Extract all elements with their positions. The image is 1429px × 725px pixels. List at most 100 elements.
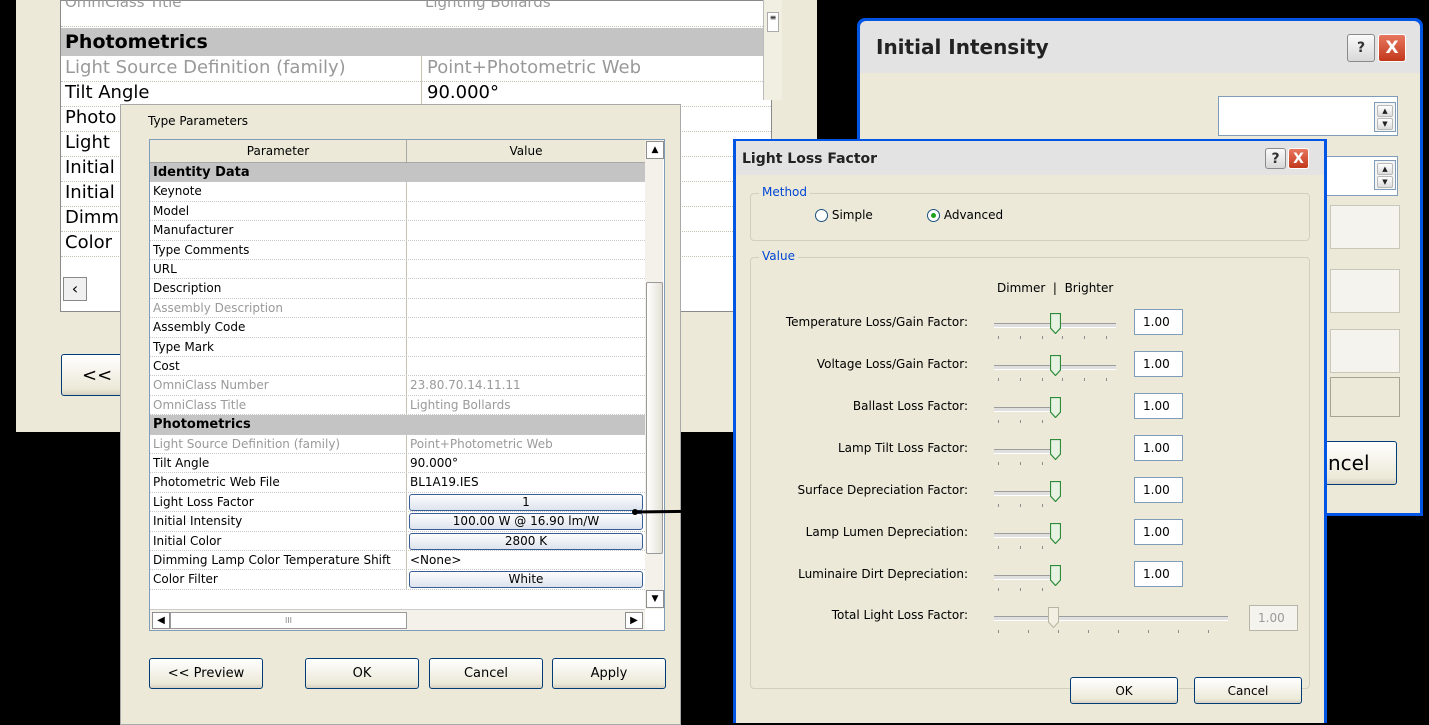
method-groupbox: Method Simple Advanced xyxy=(750,185,1310,241)
ok-button[interactable]: OK xyxy=(305,658,419,689)
intensity-spinner[interactable]: ▲ ▼ xyxy=(1374,102,1396,132)
radio-off-icon[interactable] xyxy=(815,209,828,222)
parameter-row[interactable]: Model xyxy=(150,201,645,222)
parameter-row[interactable]: Color Filter White xyxy=(150,570,645,590)
factor-value-field[interactable]: 1.00 xyxy=(1134,477,1183,503)
help-button[interactable]: ? xyxy=(1347,34,1375,62)
factor-slider-track[interactable] xyxy=(994,407,1058,412)
factor-value-field[interactable]: 1.00 xyxy=(1134,519,1183,545)
spin-down-icon[interactable]: ▼ xyxy=(1377,118,1393,130)
intensity-cancel-button[interactable]: ncel xyxy=(1325,441,1397,485)
scroll-down-icon[interactable]: ▼ xyxy=(646,590,664,608)
factor-slider-track[interactable] xyxy=(994,575,1058,580)
grid-horizontal-scrollbar[interactable]: ◀ III ▶ xyxy=(150,609,645,630)
readonly-field xyxy=(1330,377,1400,417)
parameter-row[interactable]: Assembly Description xyxy=(150,298,645,319)
parameter-name: Initial Intensity xyxy=(153,514,243,529)
parameter-row[interactable]: Light Loss Factor 1 xyxy=(150,492,645,513)
llf-help-button[interactable]: ? xyxy=(1265,148,1286,169)
parameter-row[interactable]: Photometric Web File BL1A19.IES xyxy=(150,473,645,493)
parameter-row[interactable]: Light Source Definition (family) Point+Ph… xyxy=(150,434,645,454)
close-button[interactable]: X xyxy=(1378,34,1406,62)
parameter-value-button[interactable]: 100.00 W @ 16.90 lm/W xyxy=(409,513,643,531)
advanced-radio[interactable]: Advanced xyxy=(927,208,1003,222)
parameter-name: Assembly Code xyxy=(153,320,246,335)
slider-tick xyxy=(1020,462,1021,465)
factor-slider-track[interactable] xyxy=(994,533,1058,538)
efficacy-spinner[interactable]: ▲ ▼ xyxy=(1374,160,1396,190)
value-column-header[interactable]: Value xyxy=(407,144,645,158)
factor-slider-thumb-icon[interactable] xyxy=(1050,565,1061,586)
parameter-name: Dimming Lamp Color Temperature Shift xyxy=(153,553,391,567)
parameter-row[interactable]: Manufacturer xyxy=(150,221,645,241)
parameter-value[interactable]: <None> xyxy=(410,553,461,567)
factor-slider-thumb-icon[interactable] xyxy=(1050,355,1061,376)
parameter-row[interactable]: Cost xyxy=(150,357,645,377)
parameter-name: OmniClass Number xyxy=(153,378,269,393)
preview-button[interactable]: << Preview xyxy=(149,658,263,689)
parameter-value[interactable]: 90.000° xyxy=(410,456,458,470)
parameter-value-button[interactable]: White xyxy=(409,571,643,589)
llf-close-button[interactable]: X xyxy=(1288,148,1309,169)
parameter-value-button[interactable]: 2800 K xyxy=(409,532,643,550)
parameter-value[interactable]: Point+Photometric Web xyxy=(410,437,553,451)
radio-on-icon[interactable] xyxy=(927,209,940,222)
parameter-row[interactable]: OmniClass Title Lighting Bollards xyxy=(150,395,645,416)
factor-slider-thumb-icon[interactable] xyxy=(1050,481,1061,502)
slider-tick xyxy=(998,630,999,633)
cancel-button[interactable]: Cancel xyxy=(429,658,543,689)
slider-tick xyxy=(1042,504,1043,507)
scroll-right-icon[interactable]: ▶ xyxy=(625,612,643,629)
parameter-value-button[interactable]: 1 xyxy=(409,493,643,511)
parameter-row[interactable]: Keynote xyxy=(150,182,645,202)
parameter-row[interactable]: Type Mark xyxy=(150,337,645,357)
scroll-up-icon[interactable]: ▲ xyxy=(646,141,664,159)
back-vertical-scrollbar[interactable]: ≡ xyxy=(763,0,782,100)
llf-ok-button[interactable]: OK xyxy=(1070,677,1178,704)
spin-down-icon[interactable]: ▼ xyxy=(1377,176,1393,188)
parameter-row[interactable]: URL xyxy=(150,260,645,280)
parameter-value[interactable]: BL1A19.IES xyxy=(410,475,479,489)
parameter-row[interactable]: Initial Color 2800 K xyxy=(150,531,645,551)
spin-up-icon[interactable]: ▲ xyxy=(1377,163,1393,175)
back-row-param: Light xyxy=(65,132,110,153)
parameter-value[interactable]: 23.80.70.14.11.11 xyxy=(410,378,521,392)
scroll-left-icon[interactable]: ◀ xyxy=(152,612,170,629)
parameter-row[interactable]: Initial Intensity 100.00 W @ 16.90 lm/W xyxy=(150,512,645,532)
factor-slider-thumb-icon[interactable] xyxy=(1050,523,1061,544)
llf-cancel-button[interactable]: Cancel xyxy=(1194,677,1302,704)
parameter-name: Keynote xyxy=(153,184,202,199)
simple-radio[interactable]: Simple xyxy=(815,208,873,222)
factor-value-field[interactable]: 1.00 xyxy=(1134,351,1183,377)
factor-value-field[interactable]: 1.00 xyxy=(1134,393,1183,419)
back-scroll-left-button[interactable]: ‹ xyxy=(63,277,87,301)
factor-value-field[interactable]: 1.00 xyxy=(1134,435,1183,461)
parameter-row[interactable]: Type Comments xyxy=(150,240,645,260)
factor-slider-thumb-icon[interactable] xyxy=(1050,439,1061,460)
factor-slider-track[interactable] xyxy=(994,491,1058,496)
factor-slider-track[interactable] xyxy=(994,449,1058,454)
parameter-row[interactable]: Dimming Lamp Color Temperature Shift <Non… xyxy=(150,551,645,571)
slider-tick xyxy=(1084,378,1085,381)
parameter-row[interactable]: Tilt Angle 90.000° xyxy=(150,454,645,474)
spin-up-icon[interactable]: ▲ xyxy=(1377,105,1393,117)
apply-button[interactable]: Apply xyxy=(552,658,666,689)
parameter-value[interactable]: Lighting Bollards xyxy=(410,398,511,412)
parameter-row[interactable]: Description xyxy=(150,279,645,299)
parameter-column-header[interactable]: Parameter xyxy=(150,144,406,158)
factor-slider-thumb-icon[interactable] xyxy=(1050,397,1061,418)
group-header-row: Identity Data xyxy=(150,163,645,183)
back-row-param: Tilt Angle xyxy=(65,82,150,103)
back-row-param: Photo xyxy=(65,107,117,128)
slider-tick xyxy=(998,420,999,423)
parameter-name: Model xyxy=(153,203,190,218)
back-row-value: Point+Photometric Web xyxy=(427,57,642,78)
parameter-row[interactable]: Assembly Code xyxy=(150,318,645,338)
intensity-field[interactable] xyxy=(1218,96,1398,136)
factor-value-field[interactable]: 1.00 xyxy=(1134,561,1183,587)
factor-slider-thumb-icon[interactable] xyxy=(1050,313,1061,334)
factor-value-field[interactable]: 1.00 xyxy=(1134,309,1183,335)
grid-vertical-scrollbar[interactable]: ▲ ▼ xyxy=(645,140,664,609)
parameter-row[interactable]: OmniClass Number 23.80.70.14.11.11 xyxy=(150,376,645,396)
h-scroll-thumb[interactable]: III xyxy=(170,612,407,629)
